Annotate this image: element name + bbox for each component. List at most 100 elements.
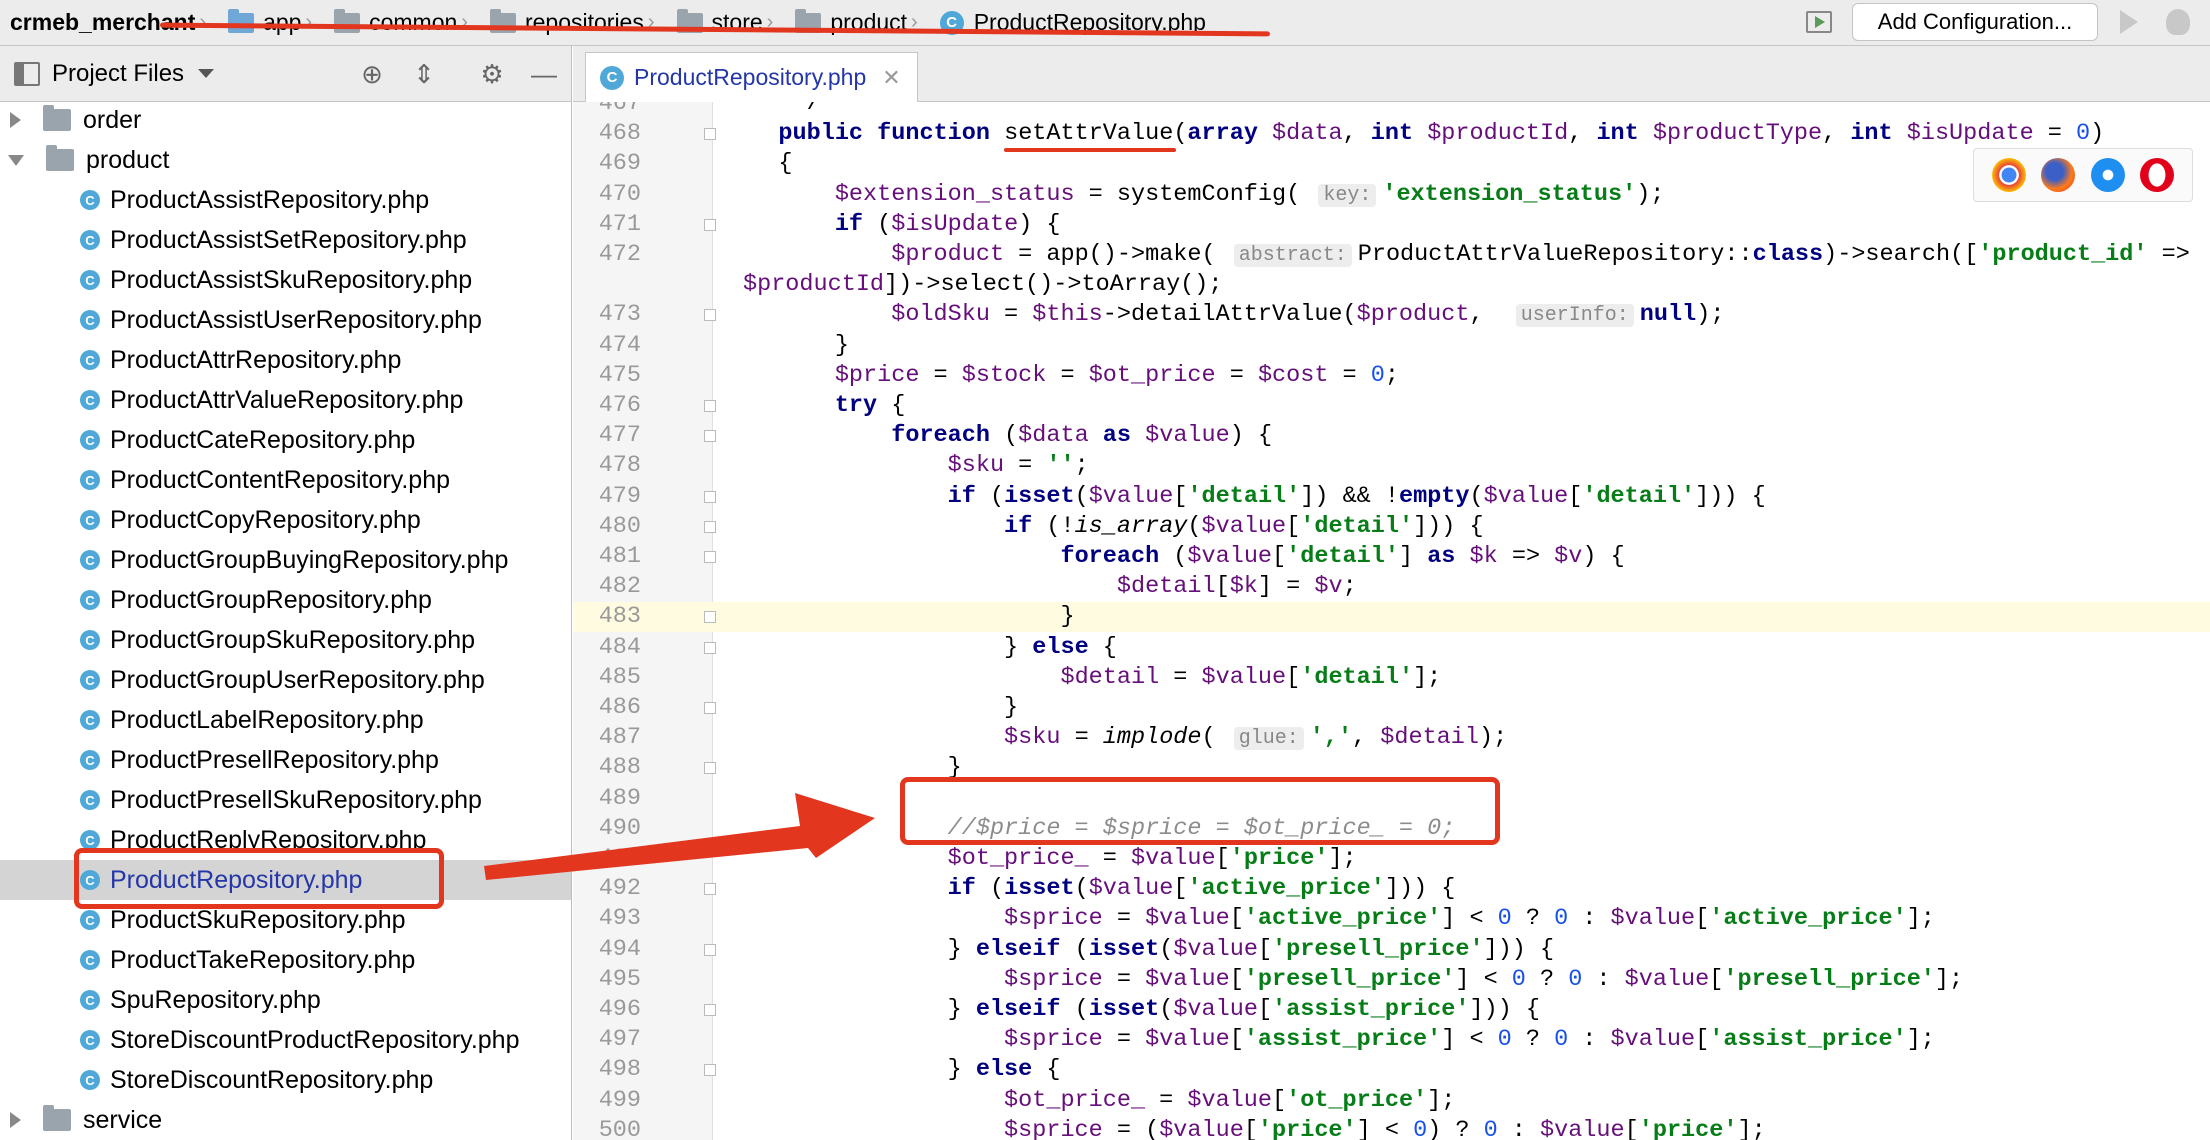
- code-line[interactable]: 487 $sku = implode( glue: ',', $detail);: [573, 723, 2210, 753]
- code-text: $sku = '';: [947, 452, 1089, 480]
- tree-folder[interactable]: service: [0, 1100, 571, 1140]
- fold-marker-icon[interactable]: [704, 702, 716, 714]
- hide-icon[interactable]: —: [530, 60, 558, 88]
- code-line[interactable]: 469 {: [573, 149, 2210, 179]
- code-line[interactable]: 473 $oldSku = $this->detailAttrValue($pr…: [573, 300, 2210, 330]
- code-line[interactable]: 467 */: [573, 102, 2210, 119]
- tree-file[interactable]: C ProductGroupUserRepository.php: [0, 660, 571, 700]
- tree-file[interactable]: C ProductLabelRepository.php: [0, 700, 571, 740]
- line-number: 470: [598, 180, 641, 208]
- tree-file[interactable]: C ProductGroupBuyingRepository.php: [0, 540, 571, 580]
- tree-file[interactable]: C ProductTakeRepository.php: [0, 940, 571, 980]
- code-line[interactable]: 486 }: [573, 693, 2210, 723]
- code-line[interactable]: 494 } elseif (isset($value['presell_pric…: [573, 935, 2210, 965]
- tree-file[interactable]: C ProductAssistSkuRepository.php: [0, 260, 571, 300]
- project-panel-title[interactable]: Project Files: [52, 60, 184, 88]
- tree-file[interactable]: C ProductPresellRepository.php: [0, 740, 571, 780]
- editor-tabs: C ProductRepository.php ✕: [573, 46, 2210, 102]
- code-line[interactable]: 480 if (!is_array($value['detail'])) {: [573, 512, 2210, 542]
- fold-marker-icon[interactable]: [704, 1004, 716, 1016]
- debug-icon[interactable]: [2166, 9, 2190, 35]
- tree-file[interactable]: C ProductAssistSetRepository.php: [0, 220, 571, 260]
- code-line[interactable]: 479 if (isset($value['detail']) && !empt…: [573, 482, 2210, 512]
- code-line[interactable]: 476 try {: [573, 391, 2210, 421]
- code-editor[interactable]: 467 */468 public function setAttrValue(a…: [573, 102, 2210, 1140]
- caret-right-icon[interactable]: [10, 1112, 21, 1128]
- code-line[interactable]: 471 if ($isUpdate) {: [573, 210, 2210, 240]
- code-line[interactable]: 497 $sprice = $value['assist_price'] < 0…: [573, 1025, 2210, 1055]
- safari-icon[interactable]: [2090, 158, 2125, 192]
- fold-marker-icon[interactable]: [704, 490, 716, 503]
- code-line[interactable]: 481 foreach ($value['detail'] as $k => $…: [573, 542, 2210, 572]
- code-line[interactable]: 470 $extension_status = systemConfig( ke…: [573, 180, 2210, 210]
- tree-file[interactable]: C ProductAttrRepository.php: [0, 340, 571, 380]
- add-configuration-button[interactable]: Add Configuration...: [1852, 3, 2098, 41]
- code-line[interactable]: 498 } else {: [573, 1055, 2210, 1085]
- code-line[interactable]: 484 } else {: [573, 633, 2210, 663]
- fold-marker-icon[interactable]: [704, 128, 716, 141]
- run-icon[interactable]: [2120, 10, 2138, 34]
- tree-file[interactable]: C ProductGroupRepository.php: [0, 580, 571, 620]
- caret-down-icon[interactable]: [8, 154, 24, 166]
- tree-file[interactable]: C ProductContentRepository.php: [0, 460, 571, 500]
- fold-marker-icon[interactable]: [704, 762, 716, 775]
- fold-marker-icon[interactable]: [704, 520, 716, 533]
- caret-down-icon[interactable]: [198, 69, 215, 78]
- tree-item-label: ProductAssistSetRepository.php: [110, 225, 467, 254]
- tree-file[interactable]: C ProductGroupSkuRepository.php: [0, 620, 571, 660]
- code-line[interactable]: 482 $detail[$k] = $v;: [573, 572, 2210, 602]
- code-line[interactable]: 493 $sprice = $value['active_price'] < 0…: [573, 904, 2210, 934]
- tree-file[interactable]: C StoreDiscountProductRepository.php: [0, 1020, 571, 1060]
- breadcrumb-repositories[interactable]: repositories ›: [489, 8, 665, 36]
- fold-marker-icon[interactable]: [704, 641, 716, 654]
- code-line[interactable]: 468 public function setAttrValue(array $…: [573, 119, 2210, 149]
- code-line[interactable]: $productId])->select()->toArray();: [573, 270, 2210, 300]
- fold-marker-icon[interactable]: [704, 551, 716, 563]
- code-line[interactable]: 499 $ot_price_ = $value['ot_price'];: [573, 1086, 2210, 1116]
- fold-marker-icon[interactable]: [704, 218, 716, 231]
- collapse-all-icon[interactable]: ⇕: [410, 60, 438, 88]
- caret-right-icon[interactable]: [10, 112, 21, 128]
- fold-marker-icon[interactable]: [704, 1064, 716, 1077]
- fold-marker-icon[interactable]: [704, 611, 716, 624]
- breadcrumb-common[interactable]: common ›: [334, 8, 478, 36]
- tree-file[interactable]: C ProductPresellSkuRepository.php: [0, 780, 571, 820]
- code-line[interactable]: 500 $sprice = ($value['price'] < 0) ? 0 …: [573, 1116, 2210, 1140]
- chrome-icon[interactable]: [1991, 158, 2026, 192]
- code-line[interactable]: 477 foreach ($data as $value) {: [573, 421, 2210, 451]
- code-line[interactable]: 491 $ot_price_ = $value['price'];: [573, 844, 2210, 874]
- tree-file[interactable]: C ProductAttrValueRepository.php: [0, 380, 571, 420]
- code-line[interactable]: 475 $price = $stock = $ot_price = $cost …: [573, 361, 2210, 391]
- fold-marker-icon[interactable]: [704, 400, 716, 412]
- tree-file[interactable]: C ProductAssistUserRepository.php: [0, 300, 571, 340]
- code-line[interactable]: 495 $sprice = $value['presell_price'] < …: [573, 965, 2210, 995]
- fold-marker-icon[interactable]: [704, 883, 716, 896]
- tree-file[interactable]: C StoreDiscountRepository.php: [0, 1060, 571, 1100]
- fold-marker-icon[interactable]: [704, 309, 716, 322]
- gear-icon[interactable]: ⚙: [478, 60, 506, 88]
- firefox-icon[interactable]: [2041, 158, 2076, 192]
- locate-icon[interactable]: ⊕: [358, 60, 386, 88]
- tree-folder[interactable]: order: [0, 102, 571, 140]
- line-number: 486: [598, 694, 641, 721]
- tree-folder[interactable]: product: [0, 140, 571, 180]
- fold-marker-icon[interactable]: [704, 943, 716, 956]
- code-line[interactable]: 478 $sku = '';: [573, 451, 2210, 481]
- project-panel-header: Project Files ⊕ ⇕ ⚙ —: [0, 46, 572, 102]
- opera-icon[interactable]: [2140, 158, 2175, 192]
- code-line[interactable]: 496 } elseif (isset($value['assist_price…: [573, 995, 2210, 1025]
- code-line[interactable]: 472 $product = app()->make( abstract: Pro…: [573, 240, 2210, 270]
- tree-file[interactable]: C ProductAssistRepository.php: [0, 180, 571, 220]
- fold-marker-icon[interactable]: [704, 430, 716, 443]
- close-icon[interactable]: ✕: [882, 65, 900, 91]
- tree-file[interactable]: C ProductCopyRepository.php: [0, 500, 571, 540]
- code-line[interactable]: 485 $detail = $value['detail'];: [573, 663, 2210, 693]
- tree-file[interactable]: C ProductCateRepository.php: [0, 420, 571, 460]
- tab-productrepository[interactable]: C ProductRepository.php ✕: [585, 52, 918, 102]
- code-line[interactable]: 474 }: [573, 331, 2210, 361]
- run-config-icon[interactable]: [1806, 11, 1832, 33]
- code-line[interactable]: 483 }: [573, 602, 2210, 633]
- tree-file[interactable]: C SpuRepository.php: [0, 980, 571, 1020]
- tree-item-label: ProductCateRepository.php: [110, 425, 416, 454]
- code-line[interactable]: 492 if (isset($value['active_price'])) {: [573, 874, 2210, 904]
